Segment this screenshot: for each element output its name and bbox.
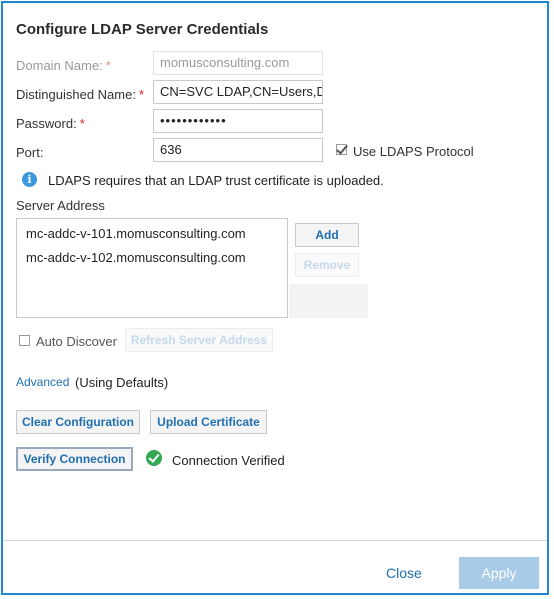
list-side-panel xyxy=(289,284,368,318)
ldap-credentials-dialog: Configure LDAP Server Credentials Domain… xyxy=(1,1,549,595)
footer-divider xyxy=(3,540,547,541)
advanced-note: (Using Defaults) xyxy=(75,375,169,390)
close-button[interactable]: Close xyxy=(386,565,422,581)
connection-status-text: Connection Verified xyxy=(172,453,285,468)
refresh-server-address-button[interactable]: Refresh Server Address xyxy=(125,328,273,352)
auto-discover-label[interactable]: Auto Discover xyxy=(36,334,117,349)
use-ldaps-label[interactable]: Use LDAPS Protocol xyxy=(353,144,474,159)
distinguished-name-input[interactable]: CN=SVC LDAP,CN=Users,DC xyxy=(153,80,323,104)
list-item[interactable]: mc-addc-v-101.momusconsulting.com xyxy=(26,226,246,241)
remove-server-button[interactable]: Remove xyxy=(295,253,359,277)
dialog-title: Configure LDAP Server Credentials xyxy=(16,21,269,38)
password-label: Password: * xyxy=(16,116,85,131)
server-address-label: Server Address xyxy=(16,198,105,213)
domain-name-label: Domain Name: * xyxy=(16,58,111,73)
list-item[interactable]: mc-addc-v-102.momusconsulting.com xyxy=(26,250,246,265)
distinguished-name-label: Distinguished Name: * xyxy=(16,87,145,102)
clear-configuration-button[interactable]: Clear Configuration xyxy=(16,410,140,434)
auto-discover-checkbox[interactable] xyxy=(19,335,30,346)
domain-name-input[interactable]: momusconsulting.com xyxy=(153,51,323,75)
port-label: Port: xyxy=(16,145,44,160)
port-input[interactable]: 636 xyxy=(153,138,323,162)
required-mark: * xyxy=(138,87,145,102)
required-mark: * xyxy=(79,116,85,131)
advanced-link[interactable]: Advanced xyxy=(16,375,69,389)
apply-button[interactable]: Apply xyxy=(459,557,539,589)
server-address-list[interactable]: mc-addc-v-101.momusconsulting.com mc-add… xyxy=(16,218,288,318)
required-mark: * xyxy=(105,58,111,73)
info-icon: i xyxy=(22,172,37,187)
upload-certificate-button[interactable]: Upload Certificate xyxy=(150,410,267,434)
ldaps-info-text: LDAPS requires that an LDAP trust certif… xyxy=(48,173,384,188)
use-ldaps-checkbox[interactable] xyxy=(336,144,347,155)
verify-connection-button[interactable]: Verify Connection xyxy=(16,447,133,471)
password-input[interactable]: •••••••••••• xyxy=(153,109,323,133)
add-server-button[interactable]: Add xyxy=(295,223,359,247)
check-circle-icon xyxy=(146,450,162,466)
